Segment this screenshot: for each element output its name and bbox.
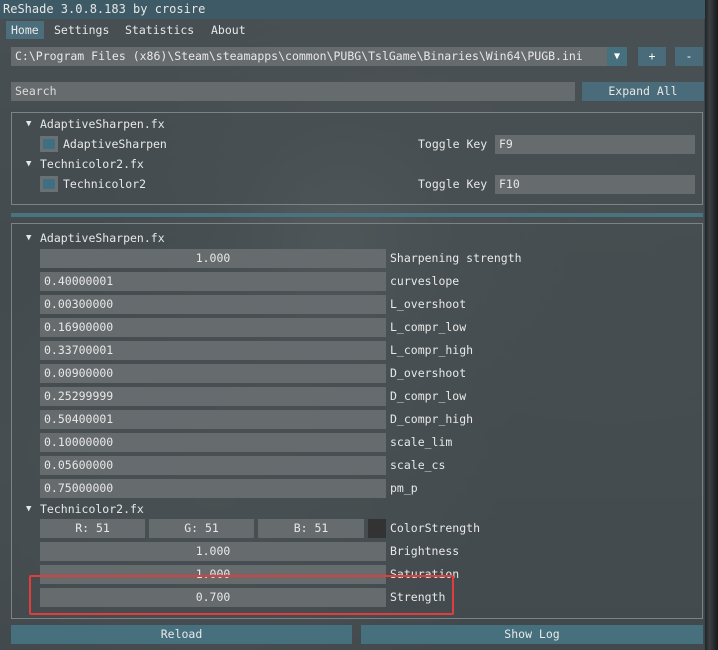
color-b-input[interactable]: B: 51 <box>258 519 364 538</box>
param-pm-p-input[interactable]: 0.75000000 <box>40 479 386 498</box>
params-file-adaptivesharpen[interactable]: AdaptiveSharpen.fx <box>40 231 165 245</box>
param-label: L_compr_low <box>390 320 467 334</box>
param-scale-cs-input[interactable]: 0.05600000 <box>40 456 386 475</box>
toggle-key-label: Toggle Key <box>418 137 488 151</box>
param-label: L_overshoot <box>390 297 467 311</box>
techniques-panel: ▼ AdaptiveSharpen.fx AdaptiveSharpen Tog… <box>11 112 703 205</box>
background-edge <box>704 0 718 650</box>
check-mark-icon <box>43 179 55 189</box>
param-label: D_compr_high <box>390 412 474 426</box>
param-label: D_compr_low <box>390 389 467 403</box>
parameters-panel: ▼ AdaptiveSharpen.fx 1.000 Sharpening st… <box>11 223 703 619</box>
param-d-overshoot-input[interactable]: 0.00900000 <box>40 364 386 383</box>
param-l-compr-low-input[interactable]: 0.16900000 <box>40 318 386 337</box>
menu-home[interactable]: Home <box>6 21 44 39</box>
chevron-down-icon[interactable]: ▼ <box>607 47 627 66</box>
color-g-input[interactable]: G: 51 <box>149 519 254 538</box>
remove-preset-button[interactable]: - <box>675 47 703 66</box>
menu-settings[interactable]: Settings <box>49 21 114 39</box>
show-log-button[interactable]: Show Log <box>361 625 703 644</box>
technique-file-technicolor2[interactable]: Technicolor2.fx <box>40 157 144 171</box>
window-title[interactable]: ReShade 3.0.8.183 by crosire <box>0 0 705 19</box>
collapse-arrow-icon[interactable]: ▼ <box>26 159 31 169</box>
menu-about[interactable]: About <box>206 21 251 39</box>
toggle-key-input-technicolor2[interactable]: F10 <box>495 175 695 194</box>
param-label: L_compr_high <box>390 343 474 357</box>
param-scale-lim-input[interactable]: 0.10000000 <box>40 433 386 452</box>
param-label: pm_p <box>390 481 418 495</box>
separator[interactable] <box>11 213 703 217</box>
reshade-window: ReShade 3.0.8.183 by crosire Home Settin… <box>0 0 705 650</box>
collapse-arrow-icon[interactable]: ▼ <box>26 504 31 514</box>
color-swatch[interactable] <box>368 519 386 538</box>
menu-statistics[interactable]: Statistics <box>120 21 199 39</box>
param-d-compr-high-input[interactable]: 0.50400001 <box>40 410 386 429</box>
param-label: D_overshoot <box>390 366 467 380</box>
checkbox-technicolor2[interactable] <box>40 176 58 192</box>
param-l-compr-high-input[interactable]: 0.33700001 <box>40 341 386 360</box>
check-mark-icon <box>43 139 55 149</box>
toggle-key-input-adaptivesharpen[interactable]: F9 <box>495 135 695 154</box>
reload-button[interactable]: Reload <box>11 625 352 644</box>
param-label: scale_lim <box>390 435 453 449</box>
search-input[interactable]: Search <box>11 82 575 101</box>
param-label: scale_cs <box>390 458 446 472</box>
technique-file-adaptivesharpen[interactable]: AdaptiveSharpen.fx <box>40 117 165 131</box>
param-label: curveslope <box>390 274 460 288</box>
preset-path-field[interactable]: C:\Program Files (x86)\Steam\steamapps\c… <box>11 47 627 66</box>
checkbox-adaptivesharpen[interactable] <box>40 136 58 152</box>
toggle-key-label: Toggle Key <box>418 177 488 191</box>
param-curveslope-input[interactable]: 0.40000001 <box>40 272 386 291</box>
collapse-arrow-icon[interactable]: ▼ <box>26 233 31 243</box>
technique-name-adaptivesharpen[interactable]: AdaptiveSharpen <box>63 137 167 151</box>
param-label: Brightness <box>390 544 460 558</box>
param-brightness-slider[interactable]: 1.000 <box>40 542 386 561</box>
param-sharpening-strength-slider[interactable]: 1.000 <box>40 249 386 268</box>
technique-name-technicolor2[interactable]: Technicolor2 <box>63 177 146 191</box>
param-label: ColorStrength <box>390 521 481 535</box>
expand-all-button[interactable]: Expand All <box>582 82 704 101</box>
param-l-overshoot-input[interactable]: 0.00300000 <box>40 295 386 314</box>
menu-bar: Home Settings Statistics About <box>0 21 705 39</box>
param-label: Sharpening strength <box>390 251 522 265</box>
color-r-input[interactable]: R: 51 <box>40 519 145 538</box>
red-highlight-box <box>29 575 454 615</box>
add-preset-button[interactable]: + <box>638 47 666 66</box>
collapse-arrow-icon[interactable]: ▼ <box>26 119 31 129</box>
params-file-technicolor2[interactable]: Technicolor2.fx <box>40 502 144 516</box>
param-d-compr-low-input[interactable]: 0.25299999 <box>40 387 386 406</box>
